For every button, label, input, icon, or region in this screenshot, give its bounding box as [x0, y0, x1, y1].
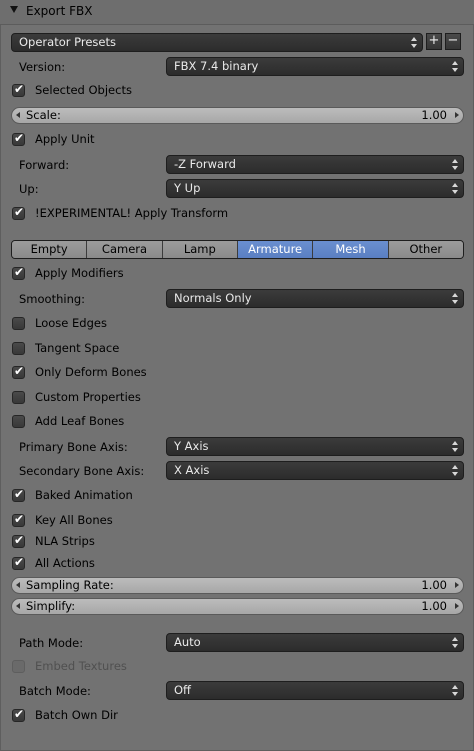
object-type-tabs: Empty Camera Lamp Armature Mesh Other [11, 240, 464, 259]
simplify-label: Simplify: [26, 599, 76, 613]
forward-value: -Z Forward [174, 157, 236, 171]
tab-other[interactable]: Other [388, 241, 463, 258]
up-value: Y Up [174, 181, 201, 195]
tab-mesh[interactable]: Mesh [313, 241, 389, 258]
checkbox-checked-icon[interactable] [12, 364, 25, 379]
primary-bone-axis-label: Primary Bone Axis: [19, 440, 128, 454]
sampling-rate-label: Sampling Rate: [26, 578, 114, 592]
increment-arrow-icon[interactable] [455, 582, 459, 588]
panel-header[interactable]: Export FBX [0, 0, 474, 25]
scale-slider[interactable]: Scale: 1.00 [11, 107, 464, 124]
version-dropdown[interactable]: FBX 7.4 binary [166, 57, 464, 76]
up-dropdown[interactable]: Y Up [166, 179, 464, 198]
smoothing-dropdown[interactable]: Normals Only [166, 289, 464, 308]
primary-bone-axis-value: Y Axis [174, 439, 209, 453]
batch-own-dir-label: Batch Own Dir [35, 708, 118, 722]
scale-value: 1.00 [421, 108, 447, 122]
tangent-space-label: Tangent Space [35, 341, 120, 355]
panel-title: Export FBX [26, 4, 93, 18]
tab-lamp[interactable]: Lamp [162, 241, 238, 258]
checkbox-checked-icon[interactable] [12, 533, 25, 548]
minus-icon: − [447, 33, 459, 48]
apply-modifiers-label: Apply Modifiers [35, 266, 124, 280]
sampling-rate-slider[interactable]: Sampling Rate: 1.00 [11, 577, 464, 594]
checkbox-unchecked-icon[interactable] [12, 317, 25, 330]
tab-empty[interactable]: Empty [12, 241, 88, 258]
checkbox-checked-icon[interactable] [12, 707, 25, 722]
smoothing-value: Normals Only [174, 291, 252, 305]
remove-preset-button[interactable]: − [445, 33, 461, 50]
dropdown-arrows-icon [452, 684, 458, 697]
increment-arrow-icon[interactable] [455, 603, 459, 609]
apply-transform-label: !EXPERIMENTAL! Apply Transform [35, 206, 229, 220]
checkbox-unchecked-icon[interactable] [12, 342, 25, 355]
dropdown-arrows-icon [411, 36, 417, 49]
add-preset-button[interactable]: + [426, 33, 442, 50]
secondary-bone-axis-value: X Axis [174, 463, 210, 477]
path-mode-value: Auto [174, 635, 201, 649]
primary-bone-axis-dropdown[interactable]: Y Axis [166, 437, 464, 456]
dropdown-arrows-icon [452, 158, 458, 171]
key-all-bones-label: Key All Bones [35, 513, 113, 527]
secondary-bone-axis-dropdown[interactable]: X Axis [166, 461, 464, 480]
loose-edges-label: Loose Edges [35, 316, 107, 330]
checkbox-disabled-icon[interactable] [12, 660, 25, 673]
checkbox-checked-icon[interactable] [12, 131, 25, 146]
batch-mode-label: Batch Mode: [19, 684, 91, 698]
nla-strips-label: NLA Strips [35, 534, 95, 548]
batch-mode-dropdown[interactable]: Off [166, 681, 464, 700]
checkbox-checked-icon[interactable] [12, 205, 25, 220]
custom-properties-label: Custom Properties [35, 390, 141, 404]
path-mode-dropdown[interactable]: Auto [166, 633, 464, 652]
dropdown-arrows-icon [452, 60, 458, 73]
checkbox-unchecked-icon[interactable] [12, 391, 25, 404]
checkbox-unchecked-icon[interactable] [12, 415, 25, 428]
plus-icon: + [428, 33, 440, 48]
forward-label: Forward: [19, 158, 70, 172]
forward-dropdown[interactable]: -Z Forward [166, 155, 464, 174]
decrement-arrow-icon[interactable] [16, 582, 20, 588]
dropdown-arrows-icon [452, 292, 458, 305]
simplify-value: 1.00 [421, 599, 447, 613]
tab-camera[interactable]: Camera [87, 241, 163, 258]
collapse-triangle-icon[interactable] [10, 6, 18, 13]
operator-presets-label: Operator Presets [19, 35, 116, 49]
secondary-bone-axis-label: Secondary Bone Axis: [19, 464, 145, 478]
checkbox-checked-icon[interactable] [12, 487, 25, 502]
sampling-rate-value: 1.00 [421, 578, 447, 592]
operator-presets-dropdown[interactable]: Operator Presets [11, 33, 423, 52]
tab-armature[interactable]: Armature [237, 241, 314, 258]
baked-animation-label: Baked Animation [35, 488, 133, 502]
embed-textures-label: Embed Textures [35, 659, 127, 673]
checkbox-checked-icon[interactable] [12, 265, 25, 280]
version-label: Version: [19, 60, 66, 74]
apply-unit-label: Apply Unit [35, 132, 95, 146]
decrement-arrow-icon[interactable] [16, 603, 20, 609]
simplify-slider[interactable]: Simplify: 1.00 [11, 598, 464, 615]
increment-arrow-icon[interactable] [455, 112, 459, 118]
scale-label: Scale: [26, 108, 61, 122]
up-label: Up: [19, 182, 39, 196]
batch-mode-value: Off [174, 683, 191, 697]
selected-objects-label: Selected Objects [35, 83, 132, 97]
checkbox-checked-icon[interactable] [12, 82, 25, 97]
only-deform-bones-label: Only Deform Bones [35, 365, 147, 379]
all-actions-label: All Actions [35, 556, 95, 570]
dropdown-arrows-icon [452, 440, 458, 453]
dropdown-arrows-icon [452, 464, 458, 477]
smoothing-label: Smoothing: [19, 292, 86, 306]
version-value: FBX 7.4 binary [174, 59, 259, 73]
checkbox-checked-icon[interactable] [12, 555, 25, 570]
decrement-arrow-icon[interactable] [16, 112, 20, 118]
dropdown-arrows-icon [452, 182, 458, 195]
dropdown-arrows-icon [452, 636, 458, 649]
checkbox-checked-icon[interactable] [12, 512, 25, 527]
path-mode-label: Path Mode: [19, 636, 84, 650]
add-leaf-bones-label: Add Leaf Bones [35, 414, 125, 428]
